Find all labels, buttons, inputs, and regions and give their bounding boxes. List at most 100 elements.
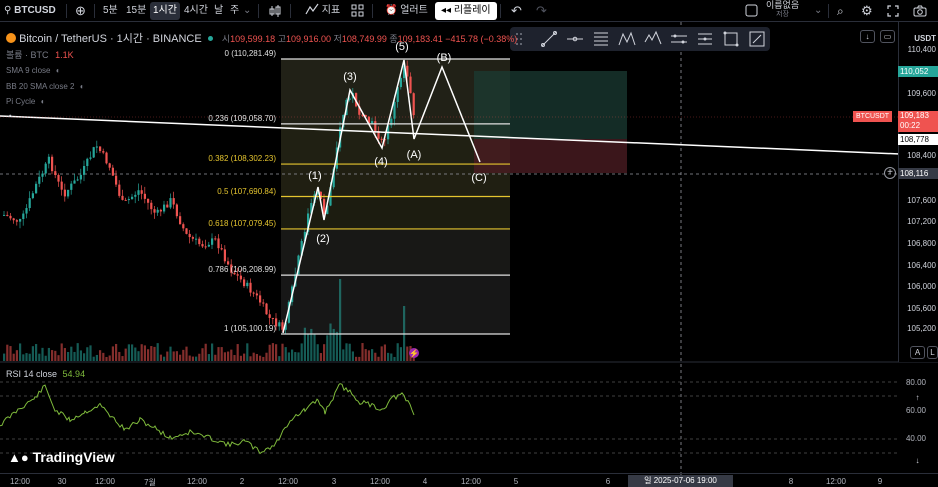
volume-bar (220, 347, 223, 361)
wave-label: (B) (437, 52, 452, 64)
time-tick-label: 12:00 (186, 477, 208, 486)
volume-bar (345, 343, 348, 361)
position-loss-zone[interactable] (474, 139, 627, 173)
wave-tool-icon[interactable] (644, 30, 662, 48)
volume-bar (121, 356, 124, 361)
candle-body (95, 146, 98, 148)
volume-bar (175, 351, 178, 361)
candle-body (83, 166, 86, 175)
tradingview-logo[interactable]: ▲● TradingView (8, 449, 115, 465)
trend-line-tool-icon[interactable] (540, 30, 558, 48)
wave-label: (C) (471, 172, 486, 184)
candle-body (3, 214, 6, 216)
volume-bar (28, 353, 31, 361)
volume-bar (351, 351, 354, 361)
cycle-tool-icon[interactable] (670, 30, 688, 48)
candle-body (102, 151, 105, 153)
collapse-down-icon[interactable]: ↓ (860, 30, 875, 43)
price-tick-label: 105,200 (907, 324, 936, 333)
volume-bar (371, 349, 374, 361)
volume-bar (41, 347, 44, 361)
add-price-alert-icon[interactable]: + (884, 167, 896, 179)
volume-bar (223, 352, 226, 361)
candle-body (147, 198, 150, 203)
candle-body (44, 163, 47, 174)
candle-body (249, 282, 252, 293)
volume-bar (153, 346, 156, 361)
projection-tool-icon[interactable] (696, 30, 714, 48)
volume-bar (230, 349, 233, 361)
volume-bar (70, 346, 73, 361)
cursor-price-tag: 108,116 (898, 168, 938, 179)
time-tick-label: 6 (605, 477, 611, 486)
candle-body (15, 220, 18, 222)
candle-body (412, 93, 415, 116)
bar-countdown: 00:22 (900, 121, 921, 130)
candle-body (255, 293, 258, 296)
candle-body (115, 175, 118, 185)
indicator-sma[interactable]: SMA 9 close ◐ (6, 66, 61, 75)
candle-body (92, 147, 95, 158)
rectangle-tool-icon[interactable] (722, 30, 740, 48)
fib-level-label: 0.236 (109,058.70) (208, 113, 276, 123)
measure-tool-icon[interactable] (748, 30, 766, 48)
candle-body (393, 101, 396, 119)
horizontal-ray-tool-icon[interactable] (566, 30, 584, 48)
volume-bar (137, 351, 140, 361)
rsi-level-80: 80.00 (905, 378, 926, 387)
candle-body (246, 282, 249, 287)
candle-body (73, 180, 76, 184)
rsi-up-icon[interactable]: ↑ (910, 392, 925, 405)
volume-bar (31, 346, 34, 361)
tradingview-logo-icon: ▲● (8, 450, 29, 465)
volume-bar (367, 350, 370, 361)
position-profit-zone[interactable] (474, 71, 627, 139)
candle-body (191, 237, 194, 239)
volume-bar (323, 344, 326, 361)
fib-level-label: 0.5 (107,690.84) (217, 186, 276, 196)
low-value: 108,749.99 (341, 34, 387, 44)
fib-level-label: 0 (110,281.49) (224, 49, 276, 58)
volume-bar (364, 349, 367, 361)
eye-hidden-icon[interactable]: ◐ (80, 82, 85, 91)
time-tick-label: 12:00 (94, 477, 116, 486)
wave-label: (1) (308, 170, 321, 182)
volume-bar (399, 347, 402, 361)
candle-body (207, 244, 210, 247)
fib-tool-icon[interactable] (592, 30, 610, 48)
eye-hidden-icon[interactable]: ◐ (56, 66, 61, 75)
volume-bar (313, 334, 316, 361)
rsi-level-40: 40.00 (905, 434, 926, 443)
rsi-legend[interactable]: RSI 14 close 54.94 (6, 369, 85, 379)
volume-bar (12, 353, 15, 361)
rsi-line (0, 383, 415, 455)
candle-body (57, 175, 60, 182)
candle-body (259, 295, 262, 303)
auto-scale-button[interactable]: A (910, 346, 925, 359)
volume-bar (140, 344, 143, 361)
volume-bar (108, 355, 111, 361)
indicator-bb[interactable]: BB 20 SMA close 2 ◐ (6, 82, 85, 91)
candle-body (121, 195, 124, 200)
volume-bar (15, 350, 18, 361)
candle-body (150, 202, 153, 210)
candle-body (262, 302, 265, 304)
price-tick-label: 106,000 (907, 282, 936, 291)
rsi-level-60: 60.00 (905, 406, 926, 415)
rsi-down-icon[interactable]: ↓ (910, 455, 925, 468)
main-chart[interactable]: (1)(2)(3)(4)(5)(A)(B)(C) ⚡ (0, 0, 938, 487)
price-tick-label: 106,400 (907, 261, 936, 270)
volume-bar (207, 354, 210, 361)
log-scale-button[interactable]: L (927, 346, 938, 359)
volume-bar (249, 356, 252, 361)
legend-collapse-icon[interactable]: ⌃ (6, 114, 14, 125)
volume-bar (342, 349, 345, 361)
candle-body (214, 238, 217, 240)
candle-body (47, 156, 50, 164)
pattern-tool-icon[interactable] (618, 30, 636, 48)
eye-hidden-icon[interactable]: ◐ (41, 97, 46, 106)
volume-bar (44, 355, 47, 361)
currency-label[interactable]: USDT (896, 34, 936, 43)
maximize-pane-icon[interactable]: ▭ (880, 30, 895, 43)
indicator-pi-cycle[interactable]: Pi Cycle ◐ (6, 97, 45, 106)
